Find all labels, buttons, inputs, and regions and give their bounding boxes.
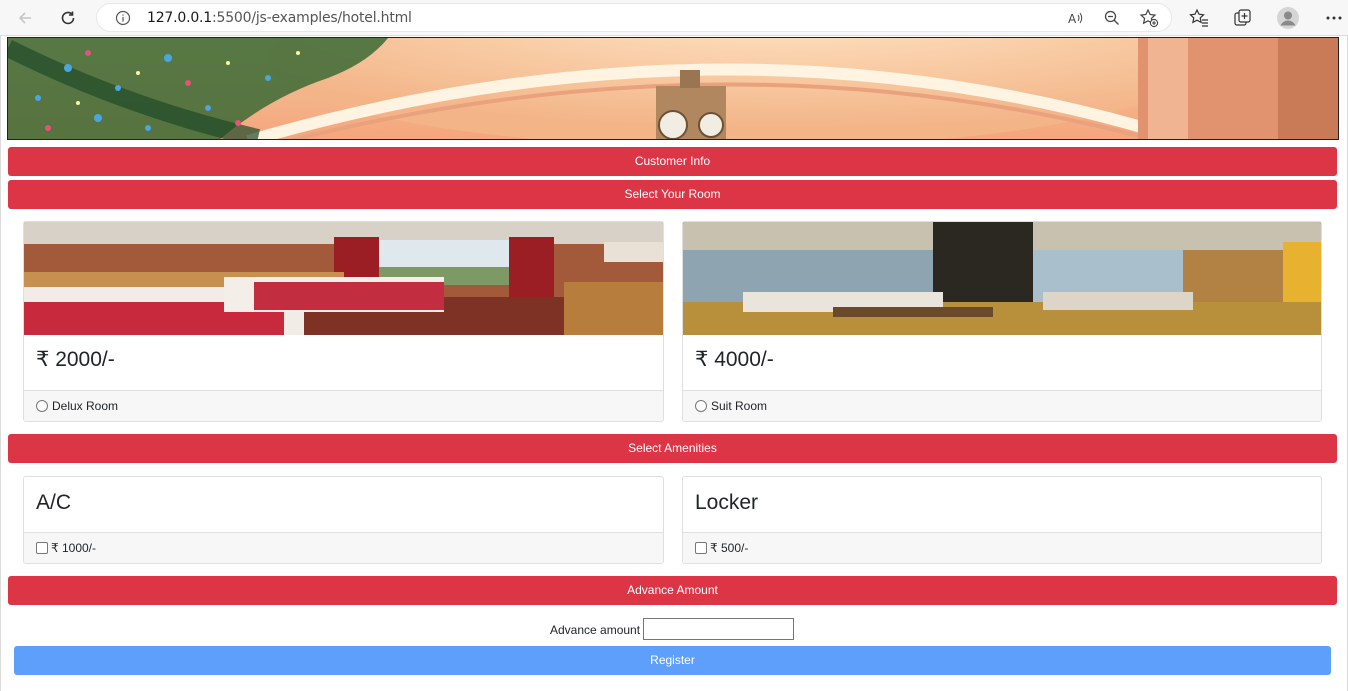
suit-room-image [683,222,1321,335]
refresh-icon[interactable] [56,6,80,30]
suit-room-radio[interactable] [695,400,707,412]
suit-room-price: ₹ 4000/- [695,348,774,371]
delux-room-image [24,222,663,335]
info-icon[interactable] [115,10,131,26]
select-room-bar[interactable]: Select Your Room [8,180,1337,209]
back-icon[interactable] [13,6,37,30]
customer-info-label: Customer Info [634,154,711,168]
room-card-suit: ₹ 4000/- Suit Room [682,221,1322,422]
room-card-delux: ₹ 2000/- Delux Room [23,221,664,422]
register-button[interactable]: Register [14,646,1331,675]
advance-amount-label: Advance amount [550,623,641,637]
advance-amount-heading: Advance Amount [627,583,718,597]
favorites-icon[interactable] [1187,6,1211,30]
delux-room-radio[interactable] [36,400,48,412]
advance-amount-bar[interactable]: Advance Amount [8,576,1337,605]
locker-amenity-option[interactable]: ₹ 500/- [683,532,1321,563]
hotel-banner-image [7,37,1339,140]
ac-price-label: ₹ 1000/- [51,541,96,555]
customer-info-bar[interactable]: Customer Info [8,147,1337,176]
advance-amount-input[interactable] [643,618,794,640]
address-bar[interactable]: 127.0.0.1:5500/js-examples/hotel.html A [96,3,1172,32]
collections-icon[interactable] [1231,6,1255,30]
select-amenities-bar[interactable]: Select Amenities [8,434,1337,463]
url-host: 127.0.0.1 [147,10,212,26]
locker-amenity-title: Locker [695,491,759,514]
suit-room-option[interactable]: Suit Room [683,390,1321,421]
amenity-card-locker: Locker ₹ 500/- [682,476,1322,564]
ac-amenity-title: A/C [36,491,72,514]
delux-room-label: Delux Room [52,399,119,413]
ac-checkbox[interactable] [36,542,48,554]
more-options-icon[interactable] [1322,6,1346,30]
url-path: :5500/js-examples/hotel.html [212,10,412,26]
locker-checkbox[interactable] [695,542,707,554]
hotel-page: Customer Info Select Your Room ₹ 2000/- … [0,36,1348,691]
profile-avatar-icon[interactable] [1276,6,1300,30]
select-room-label: Select Your Room [624,187,721,201]
zoom-out-icon[interactable] [1103,9,1121,27]
suit-room-label: Suit Room [711,399,768,413]
browser-toolbar: 127.0.0.1:5500/js-examples/hotel.html A [0,0,1348,36]
select-amenities-label: Select Amenities [628,441,717,455]
delux-room-price: ₹ 2000/- [36,348,115,371]
locker-price-label: ₹ 500/- [710,541,749,555]
svg-text:A: A [1068,12,1077,26]
amenity-card-ac: A/C ₹ 1000/- [23,476,664,564]
read-aloud-icon[interactable]: A [1067,9,1085,27]
url-text[interactable]: 127.0.0.1:5500/js-examples/hotel.html [147,10,412,26]
delux-room-option[interactable]: Delux Room [24,390,663,421]
add-favorite-icon[interactable] [1139,8,1159,28]
ac-amenity-option[interactable]: ₹ 1000/- [24,532,663,563]
